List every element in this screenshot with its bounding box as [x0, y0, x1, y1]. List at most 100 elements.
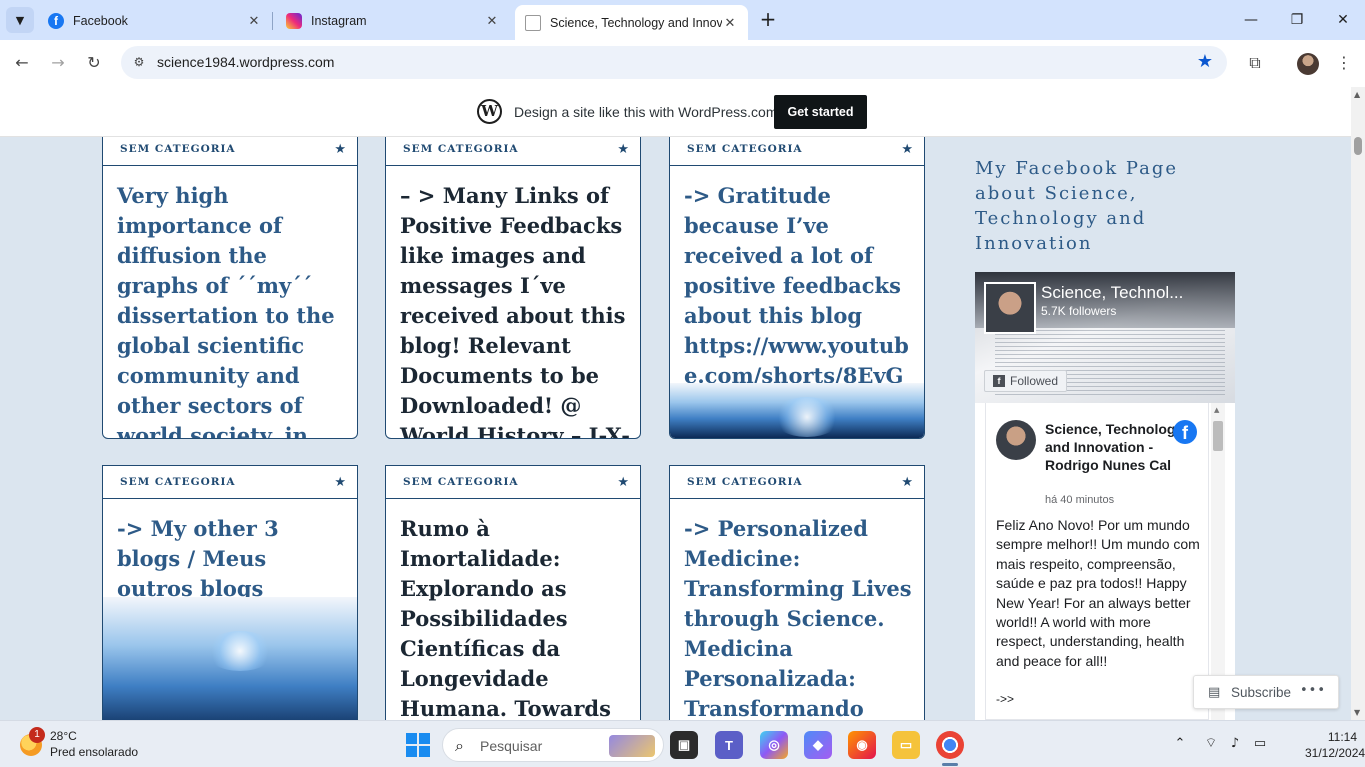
facebook-widget-scrollbar[interactable]: ▲ [1211, 403, 1225, 720]
arrow-right-icon: → [51, 53, 65, 72]
post-category[interactable]: SEM CATEGORIA [687, 143, 803, 155]
browser-tab-strip: ▼ f Facebook ✕ Instagram ✕ Science, Tech… [0, 0, 1365, 40]
chevron-up-icon[interactable]: ⌃ [1171, 735, 1189, 753]
post-card-header: SEM CATEGORIA ★ [386, 137, 640, 166]
post-author-avatar[interactable] [996, 420, 1036, 460]
tab-title: Science, Technology and Innovation [550, 15, 722, 30]
search-highlight-image [609, 735, 655, 757]
post-card[interactable]: SEM CATEGORIA ★ Very high importance of … [102, 137, 358, 439]
post-category[interactable]: SEM CATEGORIA [120, 476, 236, 488]
browser-toolbar: ← → ↻ ⚙ science1984.wordpress.com ★ ⧉ ⋮ [0, 40, 1365, 87]
back-button[interactable]: ← [11, 52, 33, 74]
forward-button[interactable]: → [47, 52, 69, 74]
post-card[interactable]: SEM CATEGORIA ★ Rumo à Imortalidade: Exp… [385, 465, 641, 720]
battery-icon[interactable]: ▭ [1251, 735, 1269, 753]
wifi-icon[interactable]: ⌔ [1202, 735, 1220, 753]
app-icon[interactable]: ◆ [804, 731, 832, 759]
post-timestamp[interactable]: há 40 minutos [1045, 494, 1114, 506]
scroll-up-icon[interactable]: ▲ [1354, 90, 1360, 99]
post-card[interactable]: SEM CATEGORIA ★ – > Many Links of Positi… [385, 137, 641, 439]
copilot-icon[interactable]: ◎ [760, 731, 788, 759]
scroll-down-icon[interactable]: ▼ [1354, 708, 1360, 717]
post-title[interactable]: -> Personalized Medicine: Transforming L… [670, 499, 924, 720]
post-title[interactable]: Rumo à Imortalidade: Explorando as Possi… [386, 499, 640, 720]
tab-title: Facebook [73, 14, 128, 28]
scrollbar-thumb[interactable] [1354, 137, 1362, 155]
start-windows-icon[interactable] [406, 733, 430, 757]
tab-search-button[interactable]: ▼ [6, 7, 34, 33]
plus-icon: + [759, 7, 777, 31]
weather-temperature[interactable]: 28°C [50, 729, 77, 743]
sticky-star-icon: ★ [901, 474, 913, 490]
facebook-followers: 5.7K followers [1041, 304, 1117, 318]
reload-icon: ↻ [87, 53, 101, 72]
facebook-logo-icon[interactable]: f [1173, 420, 1197, 444]
close-window-button[interactable]: ✕ [1333, 10, 1353, 30]
system-clock[interactable]: 11:14 31/12/2024 [1305, 729, 1365, 761]
post-thumbnail-image[interactable] [103, 597, 357, 720]
post-author-name[interactable]: Science, Technology and Innovation - Rod… [1045, 420, 1185, 474]
post-category[interactable]: SEM CATEGORIA [403, 143, 519, 155]
more-options-icon[interactable]: ••• [1300, 683, 1326, 698]
wordpress-logo-icon[interactable]: W [477, 99, 502, 124]
sticky-star-icon: ★ [334, 141, 346, 157]
post-category[interactable]: SEM CATEGORIA [687, 476, 803, 488]
site-info-icon[interactable]: ⚙ [131, 54, 147, 70]
new-tab-button[interactable]: + [757, 8, 779, 30]
post-title[interactable]: – > Many Links of Positive Feedbacks lik… [386, 166, 640, 438]
tab-divider [272, 12, 273, 30]
url-text[interactable]: science1984.wordpress.com [157, 54, 334, 70]
facebook-page-name[interactable]: Science, Technol... [1041, 283, 1183, 303]
post-card-header: SEM CATEGORIA ★ [670, 137, 924, 166]
scrollbar-thumb[interactable] [1213, 421, 1223, 451]
followed-button[interactable]: f Followed [984, 370, 1068, 392]
blog-page: SEM CATEGORIA ★ Very high importance of … [0, 137, 1351, 720]
bookmark-star-icon[interactable]: ★ [1197, 51, 1213, 72]
firefox-icon[interactable]: ◉ [848, 731, 876, 759]
facebook-cover[interactable]: Science, Technol... 5.7K followers f Fol… [975, 272, 1235, 403]
post-category[interactable]: SEM CATEGORIA [403, 476, 519, 488]
profile-avatar[interactable] [1297, 53, 1319, 75]
tab-science-technology[interactable]: Science, Technology and Innovation ✕ [515, 5, 748, 40]
post-card[interactable]: SEM CATEGORIA ★ -> Gratitude because I’v… [669, 137, 925, 439]
active-app-indicator [942, 763, 958, 766]
instagram-icon [286, 13, 302, 29]
tab-facebook[interactable]: f Facebook ✕ [38, 5, 272, 37]
close-tab-icon[interactable]: ✕ [246, 13, 262, 29]
chrome-icon[interactable] [936, 731, 964, 759]
file-explorer-icon[interactable]: ▭ [892, 731, 920, 759]
get-started-button[interactable]: Get started [774, 95, 867, 129]
tab-instagram[interactable]: Instagram ✕ [276, 5, 510, 37]
close-tab-icon[interactable]: ✕ [722, 15, 738, 31]
browser-menu-icon[interactable]: ⋮ [1333, 52, 1355, 74]
post-category[interactable]: SEM CATEGORIA [120, 143, 236, 155]
page-profile-picture[interactable] [984, 282, 1036, 334]
address-bar[interactable]: ⚙ science1984.wordpress.com ★ [121, 46, 1227, 79]
wordpress-banner: W Design a site like this with WordPress… [0, 87, 1351, 137]
post-card-header: SEM CATEGORIA ★ [103, 466, 357, 499]
sidebar-heading: My Facebook Page about Science, Technolo… [975, 158, 1179, 254]
taskbar-search[interactable]: ⌕ Pesquisar [442, 728, 664, 762]
extensions-icon[interactable]: ⧉ [1244, 52, 1266, 74]
subscribe-button[interactable]: Subscribe [1231, 685, 1291, 700]
restore-button[interactable]: ❐ [1287, 10, 1307, 30]
scroll-up-icon[interactable]: ▲ [1214, 406, 1219, 414]
minimize-button[interactable]: — [1241, 10, 1261, 30]
weather-description[interactable]: Pred ensolarado [50, 745, 138, 759]
tab-title: Instagram [311, 14, 367, 28]
task-view-icon[interactable]: ▣ [670, 731, 698, 759]
search-placeholder[interactable]: Pesquisar [480, 738, 542, 754]
page-scrollbar[interactable]: ▲ ▼ [1351, 87, 1365, 720]
post-card[interactable]: SEM CATEGORIA ★ -> My other 3 blogs / Me… [102, 465, 358, 720]
subscribe-bar[interactable]: ▤ Subscribe ••• [1193, 675, 1339, 709]
reload-button[interactable]: ↻ [83, 52, 105, 74]
teams-icon[interactable]: T [715, 731, 743, 759]
volume-icon[interactable]: ♪ [1226, 735, 1244, 753]
post-title[interactable]: Very high importance of diffusion the gr… [103, 166, 357, 438]
post-thumbnail-image[interactable] [670, 383, 924, 438]
clock-time: 11:14 [1327, 730, 1357, 744]
sticky-star-icon: ★ [617, 474, 629, 490]
banner-text[interactable]: Design a site like this with WordPress.c… [514, 104, 778, 120]
post-card[interactable]: SEM CATEGORIA ★ -> Personalized Medicine… [669, 465, 925, 720]
close-tab-icon[interactable]: ✕ [484, 13, 500, 29]
